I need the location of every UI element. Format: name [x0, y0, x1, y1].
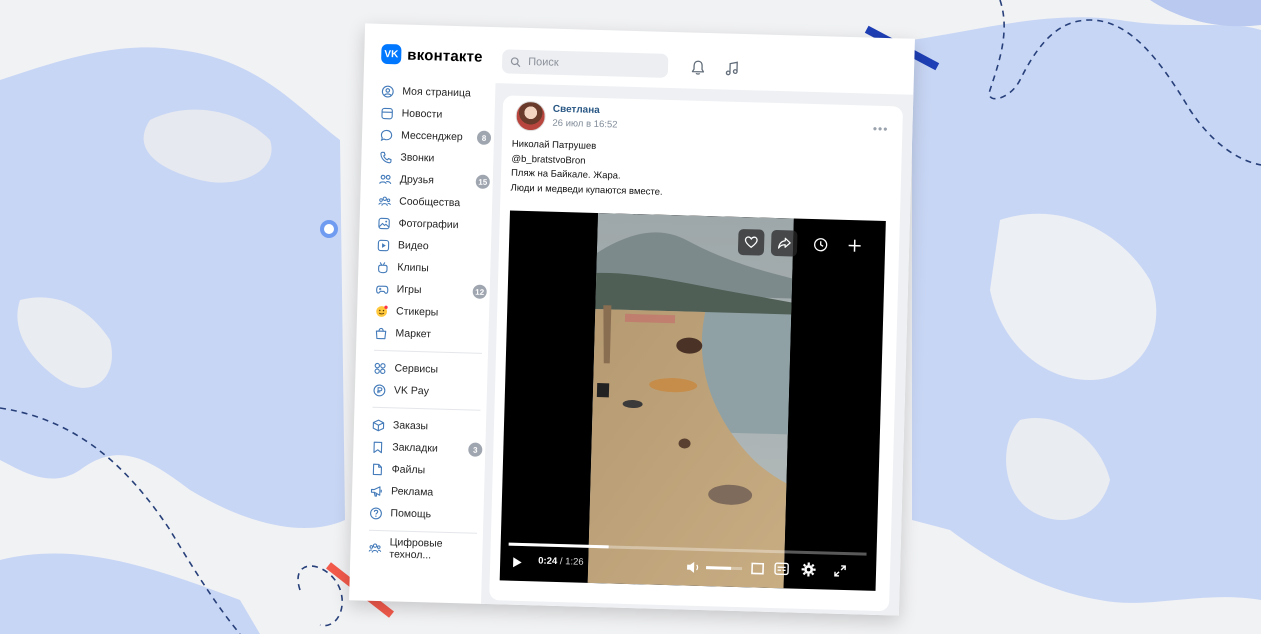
sidebar-item-label: Игры: [396, 283, 422, 297]
sidebar-item-items3-4[interactable]: Помощь: [363, 502, 484, 527]
box-icon: [372, 419, 385, 431]
photo-icon: [378, 217, 390, 229]
sticker-icon: [376, 305, 388, 317]
post-date[interactable]: 26 июл в 16:52: [552, 118, 617, 131]
fullscreen-icon[interactable]: [834, 565, 846, 577]
settings-gear-icon[interactable]: [801, 562, 816, 577]
counter-badge: 12: [472, 284, 487, 299]
sidebar-item-items2-1[interactable]: VK Pay: [367, 379, 488, 404]
search-input[interactable]: [525, 54, 661, 73]
like-video-button[interactable]: [737, 228, 765, 256]
video-time: 0:24 / 1:26: [538, 555, 584, 568]
user-circle-icon: [381, 85, 394, 98]
miniplayer-icon[interactable]: [751, 562, 765, 575]
help-icon: [370, 506, 382, 519]
sidebar-divider: [372, 406, 481, 411]
sidebar-item-label: Заказы: [392, 419, 429, 433]
chat-bubble-icon: [380, 129, 393, 141]
clips-icon: [378, 261, 388, 273]
counter-badge: 3: [468, 442, 483, 457]
gamepad-icon: [376, 285, 389, 294]
vkpay-icon: [373, 384, 386, 396]
sidebar-divider: [368, 529, 477, 534]
services-icon: [374, 362, 386, 374]
bookmark-icon: [373, 441, 383, 453]
sidebar-item-label: Маркет: [395, 327, 432, 341]
video-icon: [377, 239, 390, 251]
sidebar-item-label: Клипы: [397, 261, 429, 275]
music-icon[interactable]: [723, 59, 741, 77]
video-duration: 1:26: [564, 556, 584, 568]
shopping-bag-icon: [375, 327, 387, 339]
sidebar-item-label: Новости: [401, 107, 443, 121]
vk-logo-text: вконтакте: [407, 46, 483, 66]
sidebar-item-label: Моя страница: [402, 85, 471, 100]
megaphone-icon: [370, 485, 382, 497]
post-text: Николай Патрушев @b_bratstvoBron Пляж на…: [510, 138, 891, 207]
post-author[interactable]: Светлана: [553, 104, 600, 116]
sidebar-item-label: Закладки: [392, 441, 438, 455]
sidebar: Моя страница Новости Мессенджер 8 Звонки Друз…: [362, 80, 495, 562]
sidebar-item-label: Мессенджер: [400, 129, 463, 144]
subtitles-icon[interactable]: [774, 562, 789, 576]
add-video-icon[interactable]: [847, 238, 862, 253]
sidebar-item-label: Стикеры: [395, 305, 439, 319]
sidebar-item-label: Реклама: [390, 485, 434, 499]
more-options-icon[interactable]: •••: [873, 122, 889, 136]
file-icon: [372, 463, 383, 475]
vk-logo[interactable]: VK вконтакте: [381, 43, 483, 67]
watch-later-icon[interactable]: [813, 237, 828, 252]
heart-icon: [744, 236, 758, 249]
sidebar-item-label: Видео: [397, 239, 429, 253]
video-frame: [587, 213, 794, 589]
vk-window: VK вконтакте Моя страница Новости Мессендж…: [349, 23, 915, 616]
counter-badge: 15: [475, 174, 490, 189]
sidebar-item-label: Фотографии: [398, 217, 459, 232]
sidebar-item-label: VK Pay: [393, 384, 430, 398]
search-box[interactable]: [501, 49, 669, 78]
share-video-button[interactable]: [770, 229, 798, 257]
communities-icon: [368, 542, 382, 553]
vk-logo-icon: VK: [381, 43, 402, 65]
sidebar-item-label: Цифровые технол...: [389, 536, 443, 562]
avatar[interactable]: [515, 100, 547, 132]
news-icon: [381, 107, 393, 119]
sidebar-item-label: Сервисы: [394, 362, 439, 376]
sidebar-item-label: Друзья: [399, 173, 435, 187]
share-icon: [777, 237, 791, 249]
counter-badge: 8: [476, 130, 492, 145]
video-current-time: 0:24: [538, 555, 558, 568]
sidebar-item-label: Файлы: [391, 463, 426, 477]
play-icon[interactable]: [512, 557, 522, 568]
sidebar-item-items-11[interactable]: Маркет: [368, 322, 489, 347]
friends-icon: [379, 174, 392, 184]
bell-icon[interactable]: [689, 58, 707, 76]
sidebar-item-label: Сообщества: [399, 195, 461, 210]
sidebar-item-label: Помощь: [390, 507, 432, 521]
sidebar-item-label: Звонки: [400, 151, 435, 165]
sidebar-item-items4-0[interactable]: Цифровые технол...: [362, 536, 483, 562]
sidebar-divider: [374, 349, 483, 354]
search-icon: [510, 56, 521, 67]
communities-icon: [378, 196, 391, 206]
phone-icon: [380, 151, 392, 163]
volume-icon[interactable]: [686, 561, 702, 574]
post-card: Светлана 26 июл в 16:52 ••• Николай Патр…: [489, 95, 904, 612]
video-player[interactable]: 0:24 / 1:26: [499, 210, 886, 591]
